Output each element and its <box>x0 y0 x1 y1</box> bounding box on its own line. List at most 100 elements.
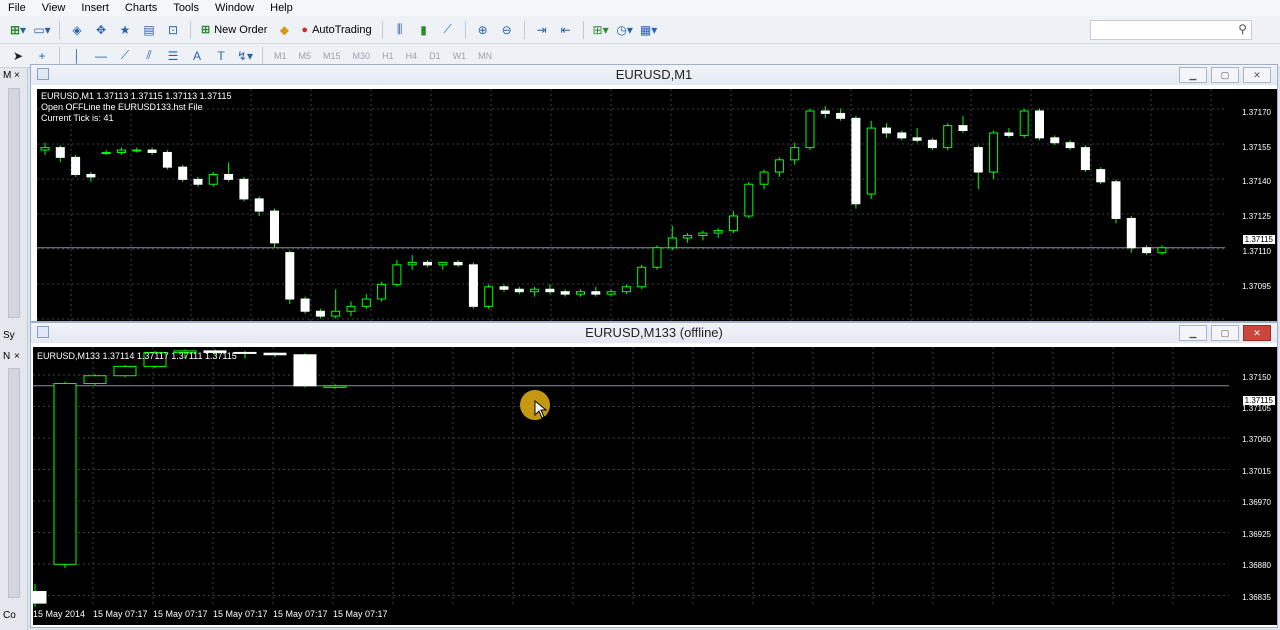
timeframe-d1[interactable]: D1 <box>423 51 447 61</box>
candle-bull <box>774 159 784 173</box>
close-button[interactable]: ✕ <box>1243 325 1271 341</box>
new-order-button[interactable]: ⊞ New Order <box>197 20 271 40</box>
timeframe-h4[interactable]: H4 <box>400 51 424 61</box>
menu-view[interactable]: View <box>34 2 74 14</box>
candle-bull <box>759 171 769 185</box>
chart-area-m133[interactable]: EURUSD,M133 1.37114 1.37117 1.37111 1.37… <box>33 347 1229 607</box>
chart-window-eurusd-m133[interactable]: EURUSD,M133 (offline) ▁ ▢ ✕ EURUSD,M133 … <box>30 322 1278 628</box>
candle-bear <box>560 291 570 295</box>
cursor-icon[interactable]: ➤ <box>7 46 29 66</box>
candle-bear <box>285 252 295 300</box>
candle-bull <box>361 298 371 307</box>
menu-file[interactable]: File <box>0 2 34 14</box>
candle-bull <box>83 375 107 384</box>
zoom-out-icon[interactable]: ⊖ <box>496 20 518 40</box>
candle-bear <box>300 298 310 312</box>
channel-icon[interactable]: ⫽ <box>138 46 160 66</box>
text-icon[interactable]: A <box>186 46 208 66</box>
menu-tools[interactable]: Tools <box>165 2 207 14</box>
chart-shift-icon[interactable]: ⇤ <box>555 20 577 40</box>
metaeditor-icon[interactable]: ◆ <box>273 20 295 40</box>
maximize-button[interactable]: ▢ <box>1211 325 1239 341</box>
window-title-bar[interactable]: EURUSD,M133 (offline) ▁ ▢ ✕ <box>31 323 1277 343</box>
candle-bull <box>790 147 800 161</box>
minimize-button[interactable]: ▁ <box>1179 325 1207 341</box>
candle-bear <box>545 288 555 293</box>
bar-chart-icon[interactable]: ⫼ <box>389 20 411 40</box>
price-label: 1.37150 <box>1242 373 1271 382</box>
maximize-button[interactable]: ▢ <box>1211 67 1239 83</box>
autotrading-button[interactable]: ● AutoTrading <box>297 20 375 40</box>
chart-info-symbol: EURUSD,M133 1.37114 1.37117 1.37111 1.37… <box>37 351 237 361</box>
candle-bear <box>591 291 601 295</box>
candle-bear <box>193 178 203 185</box>
time-axis-m133: 15 May 2014 15 May 07:17 15 May 07:17 15… <box>33 607 1277 625</box>
menu-bar: File View Insert Charts Tools Window Hel… <box>0 0 1280 16</box>
zoom-in-icon[interactable]: ⊕ <box>472 20 494 40</box>
market-watch-icon[interactable]: ◈ <box>66 20 88 40</box>
profiles-icon[interactable]: ▭▾ <box>31 20 53 40</box>
candle-bear <box>86 173 96 178</box>
fibonacci-icon[interactable]: ☰ <box>162 46 184 66</box>
menu-help[interactable]: Help <box>262 2 301 14</box>
timeframe-w1[interactable]: W1 <box>447 51 473 61</box>
timeframe-m30[interactable]: M30 <box>347 51 377 61</box>
candle-bear <box>499 286 509 290</box>
navigator-scrollbar[interactable] <box>8 368 20 598</box>
arrows-icon[interactable]: ↯▾ <box>234 46 256 66</box>
new-chart-icon[interactable]: ⊞ ▾ <box>7 20 29 40</box>
candle-bull <box>713 230 723 234</box>
line-chart-icon[interactable]: ⟋ <box>437 20 459 40</box>
candle-bull <box>132 149 142 152</box>
menu-insert[interactable]: Insert <box>73 2 117 14</box>
candle-bull <box>744 183 754 217</box>
candle-bear <box>912 137 922 141</box>
vertical-line-icon[interactable]: │ <box>66 46 88 66</box>
close-icon[interactable]: × <box>14 70 20 81</box>
candle-bull <box>621 286 631 293</box>
terminal-icon[interactable]: ▤ <box>138 20 160 40</box>
text-label-icon[interactable]: T <box>210 46 232 66</box>
strategy-tester-icon[interactable]: ⊡ <box>162 20 184 40</box>
time-label: 15 May 07:17 <box>93 609 148 619</box>
indicators-icon[interactable]: ⊞▾ <box>590 20 612 40</box>
crosshair-icon[interactable]: + <box>31 46 53 66</box>
templates-icon[interactable]: ▦▾ <box>638 20 660 40</box>
candle-bear <box>1080 147 1090 171</box>
time-label: 15 May 07:17 <box>213 609 268 619</box>
price-scale-m133[interactable]: 1.37150 1.37115 1.37105 1.37060 1.37015 … <box>1229 347 1277 607</box>
timeframe-m1[interactable]: M1 <box>268 51 293 61</box>
price-label: 1.37095 <box>1242 282 1271 291</box>
candle-bull <box>805 110 815 149</box>
left-dock-panel: M × Sy N × Co <box>0 68 28 630</box>
price-scale-m1[interactable]: 1.37170 1.37155 1.37140 1.37125 1.37115 … <box>1225 89 1277 321</box>
timeframe-m5[interactable]: M5 <box>293 51 318 61</box>
window-title-bar[interactable]: EURUSD,M1 ▁ ▢ ✕ <box>31 65 1277 85</box>
tab-symbols[interactable]: Sy <box>3 330 15 341</box>
periods-icon[interactable]: ◷▾ <box>614 20 636 40</box>
market-watch-scrollbar[interactable] <box>8 88 20 318</box>
timeframe-mn[interactable]: MN <box>472 51 498 61</box>
candle-bear <box>468 264 478 307</box>
time-label: 15 May 07:17 <box>153 609 208 619</box>
navigator-icon[interactable]: ★ <box>114 20 136 40</box>
trendline-icon[interactable]: ⟋ <box>114 46 136 66</box>
minimize-button[interactable]: ▁ <box>1179 67 1207 83</box>
menu-charts[interactable]: Charts <box>117 2 165 14</box>
candle-bear <box>423 261 432 266</box>
horizontal-line-icon[interactable]: — <box>90 46 112 66</box>
close-icon[interactable]: × <box>14 351 20 362</box>
candle-bear <box>1111 181 1121 219</box>
chart-area-m1[interactable]: EURUSD,M1 1.37113 1.37115 1.37113 1.3711… <box>37 89 1225 321</box>
candlestick-icon[interactable]: ▮ <box>413 20 435 40</box>
auto-scroll-icon[interactable]: ⇥ <box>531 20 553 40</box>
menu-window[interactable]: Window <box>207 2 262 14</box>
close-button[interactable]: ✕ <box>1243 67 1271 83</box>
data-window-icon[interactable]: ✥ <box>90 20 112 40</box>
timeframe-m15[interactable]: M15 <box>317 51 347 61</box>
chart-window-eurusd-m1[interactable]: EURUSD,M1 ▁ ▢ ✕ EURUSD,M1 1.37113 1.3711… <box>30 64 1278 322</box>
candle-bull <box>331 310 341 317</box>
timeframe-h1[interactable]: H1 <box>376 51 400 61</box>
search-input[interactable]: ⚲ <box>1090 20 1252 40</box>
tab-common[interactable]: Co <box>3 610 16 621</box>
